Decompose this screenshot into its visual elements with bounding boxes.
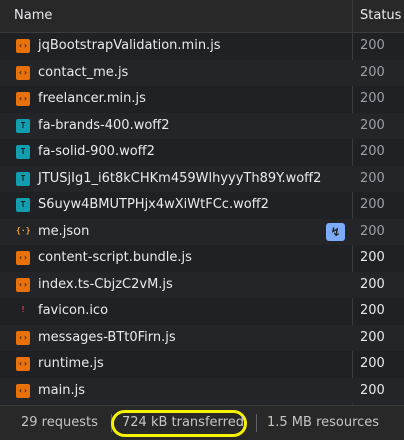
column-divider[interactable] xyxy=(352,0,353,32)
font-icon: T xyxy=(16,198,30,212)
request-status: 200 xyxy=(360,38,385,53)
request-row[interactable]: Tfa-brands-400.woff2 200 xyxy=(0,112,404,139)
request-row[interactable]: ‹› runtime.js 200 xyxy=(0,351,404,378)
request-row[interactable]: {·} me.json ↯ 200 xyxy=(0,218,404,245)
status-bar: 29 requests 724 kB transferred 1.5 MB re… xyxy=(0,405,404,440)
request-name: fa-solid-900.woff2 xyxy=(38,144,155,159)
requests-count: 29 requests xyxy=(21,415,98,430)
font-icon: T xyxy=(16,118,30,133)
name-column-header[interactable]: Name xyxy=(14,0,52,32)
request-row[interactable]: Tfa-solid-900.woff2 200 xyxy=(0,139,404,166)
request-name: messages-BTt0Firn.js xyxy=(38,329,176,345)
request-list: ‹› jqBootstrapValidation.min.js 200 ‹› conta… xyxy=(0,33,404,404)
request-status: 200 xyxy=(360,356,385,371)
request-row[interactable]: ‹› jqBootstrapValidation.min.js 200 xyxy=(0,33,404,60)
request-name: runtime.js xyxy=(38,356,104,371)
request-name: me.json xyxy=(38,223,90,239)
request-status: 200 xyxy=(360,117,385,133)
script-icon: ‹› xyxy=(16,330,30,345)
request-name: contact_me.js xyxy=(38,64,129,80)
request-name: main.js xyxy=(38,382,85,398)
transferred-size: 724 kB transferred xyxy=(122,415,244,430)
request-status: 200 xyxy=(360,64,385,80)
request-row[interactable]: ! favicon.ico 200 xyxy=(0,298,404,325)
request-name: JTUSjIg1_i6t8kCHKm459WlhyyyTh89Y.woff2 xyxy=(38,170,322,186)
request-status: 200 xyxy=(360,223,385,239)
request-row[interactable]: T JTUSjIg1_i6t8kCHKm459WlhyyyTh89Y.woff2 2… xyxy=(0,165,404,192)
script-icon: ‹› xyxy=(16,357,30,371)
script-icon: ‹› xyxy=(16,39,30,53)
script-icon: ‹› xyxy=(16,383,30,398)
resources-size: 1.5 MB resources xyxy=(267,415,380,430)
network-request-panel: Name Status ‹› jqBootstrapValidation.min.… xyxy=(0,0,404,440)
request-name: freelancer.min.js xyxy=(38,91,146,106)
request-row[interactable]: ‹› freelancer.min.js 200 xyxy=(0,86,404,113)
request-status: 200 xyxy=(360,329,385,345)
status-column-header[interactable]: Status xyxy=(360,0,401,32)
request-status: 200 xyxy=(360,276,385,292)
request-row[interactable]: ‹› content-script.bundle.js 200 xyxy=(0,245,404,272)
request-row[interactable]: ‹› main.js 200 xyxy=(0,377,404,404)
request-status: 200 xyxy=(360,91,385,106)
request-row[interactable]: ‹› contact_me.js 200 xyxy=(0,59,404,86)
font-icon: T xyxy=(16,145,30,159)
request-name: favicon.ico xyxy=(38,303,109,318)
request-status: 200 xyxy=(360,144,385,159)
request-row[interactable]: ‹› messages-BTt0Firn.js 200 xyxy=(0,324,404,351)
json-icon: {·} xyxy=(16,225,31,235)
request-name: index.ts-CbjzC2vM.js xyxy=(38,276,173,292)
favicon-icon: ! xyxy=(20,305,26,314)
request-row[interactable]: T S6uyw4BMUTPHjx4wXiWtFCc.woff2 200 xyxy=(0,192,404,219)
request-row[interactable]: ‹› index.ts-CbjzC2vM.js 200 xyxy=(0,271,404,298)
script-icon: ‹› xyxy=(16,251,30,265)
script-icon: ‹› xyxy=(16,92,30,106)
script-icon: ‹› xyxy=(16,65,30,80)
request-status: 200 xyxy=(360,170,385,186)
table-header: Name Status xyxy=(0,0,404,33)
request-status: 200 xyxy=(360,250,385,265)
font-icon: T xyxy=(16,171,30,186)
request-name: jqBootstrapValidation.min.js xyxy=(38,38,221,53)
request-status: 200 xyxy=(360,197,385,212)
request-status: 200 xyxy=(360,382,385,398)
override-icon[interactable]: ↯ xyxy=(326,222,345,241)
request-status: 200 xyxy=(360,303,385,318)
footer-separator xyxy=(256,414,257,432)
script-icon: ‹› xyxy=(16,277,30,292)
request-name: content-script.bundle.js xyxy=(38,250,192,265)
request-name: S6uyw4BMUTPHjx4wXiWtFCc.woff2 xyxy=(38,197,269,212)
request-name: fa-brands-400.woff2 xyxy=(38,117,170,133)
